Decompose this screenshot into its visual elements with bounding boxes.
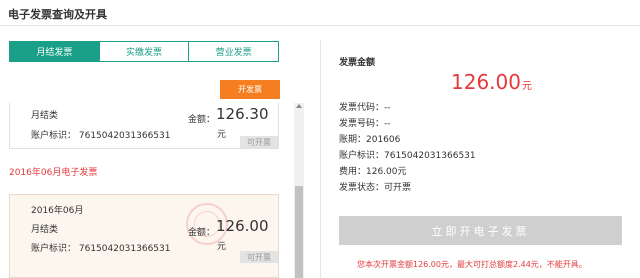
scrollbar-thumb[interactable]	[295, 186, 303, 278]
invoice-type: 月结类	[31, 111, 59, 121]
fee: 费用：126.00元	[339, 167, 407, 177]
tab-business[interactable]: 营业发票	[188, 42, 279, 61]
status-badge: 可开票	[240, 136, 278, 148]
tab-paid[interactable]: 实缴发票	[98, 42, 189, 61]
invoice-type-tabs: 月结发票 实缴发票 营业发票	[9, 41, 279, 62]
month-heading: 2016年06月电子发票	[9, 168, 98, 178]
billing-period: 账期：201606	[339, 135, 401, 145]
amount-label: 金额：	[188, 228, 216, 238]
apply-e-invoice-button[interactable]: 立即开电子发票	[339, 216, 622, 245]
amount-unit: 元	[217, 242, 227, 252]
invoice-number: 发票号码：--	[339, 119, 391, 129]
invoice-details: 发票代码：-- 发票号码：-- 账期：201606 账户标识：761504203…	[339, 100, 476, 196]
invoice-list[interactable]: 月结类 金额： 126.30元 账户标识： 7615042031366531 可…	[9, 103, 305, 278]
account-id: 账户标识： 7615042031366531	[31, 244, 171, 254]
detail-amount: 126.00元	[451, 70, 532, 94]
limit-notice: 您本次开票金额126.00元，最大可打总额度2.44元，不能开具。	[357, 260, 587, 269]
account-id: 账户标识： 7615042031366531	[31, 131, 171, 141]
title-divider	[0, 25, 640, 26]
amount-label: 金额：	[188, 115, 216, 125]
page-title: 电子发票查询及开具	[8, 8, 107, 21]
invoice-type: 月结类	[31, 225, 59, 235]
issue-invoice-button[interactable]: 开发票	[220, 80, 280, 99]
amount-unit: 元	[217, 130, 227, 140]
invoice-code: 发票代码：--	[339, 103, 391, 113]
tab-monthly[interactable]: 月结发票	[10, 42, 99, 61]
detail-amount-unit: 元	[521, 81, 532, 92]
invoice-card[interactable]: 月结类 金额： 126.30元 账户标识： 7615042031366531 可…	[9, 103, 279, 149]
invoice-card-selected[interactable]: 2016年06月 月结类 金额： 126.00元 账户标识： 761504203…	[9, 194, 279, 278]
panel-divider	[320, 40, 321, 278]
invoice-month: 2016年06月	[31, 206, 84, 216]
account-id: 账户标识：7615042031366531	[339, 151, 476, 161]
detail-title: 发票金额	[339, 58, 376, 68]
invoice-amount: 126.00元	[216, 217, 269, 252]
invoice-status: 发票状态：可开票	[339, 183, 412, 193]
status-badge: 可开票	[240, 251, 278, 263]
scroll-up-icon[interactable]	[296, 104, 302, 108]
